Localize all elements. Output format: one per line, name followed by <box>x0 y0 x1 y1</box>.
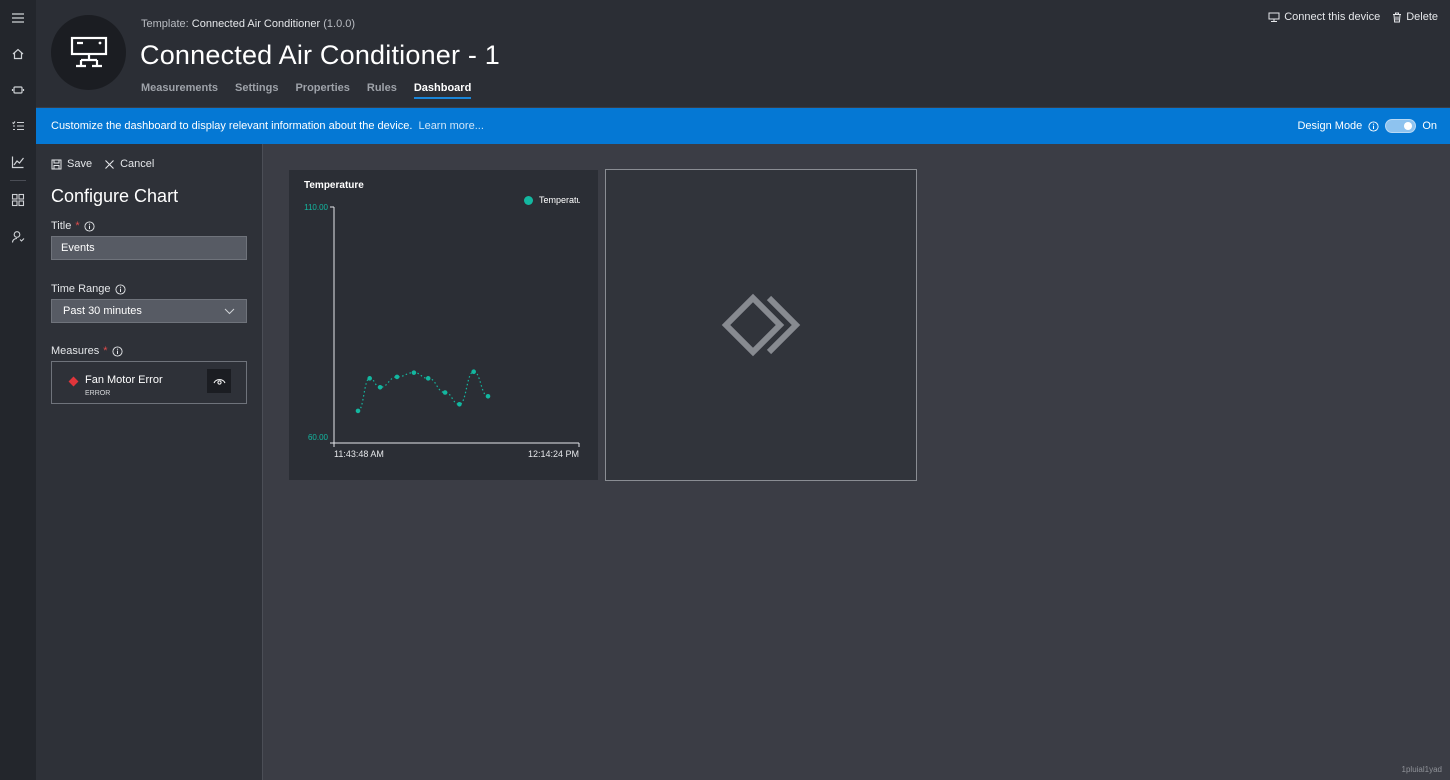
legend-label: Temperature <box>539 195 580 205</box>
monitor-icon <box>1268 12 1280 22</box>
data-point-8 <box>471 369 476 375</box>
data-point-7 <box>457 401 462 407</box>
hamburger-icon[interactable] <box>8 8 28 28</box>
banner-text: Customize the dashboard to display relev… <box>51 120 413 132</box>
empty-tile-placeholder[interactable] <box>605 169 917 481</box>
data-point-4 <box>411 370 417 375</box>
learn-more-link[interactable]: Learn more... <box>418 120 483 132</box>
panel-actions: Save Cancel <box>51 158 154 170</box>
chevron-down-icon <box>224 308 235 314</box>
legend-marker <box>524 195 533 205</box>
user-admin-icon[interactable] <box>8 227 28 247</box>
chart-legend[interactable]: Temperature <box>524 195 580 205</box>
template-name[interactable]: Connected Air Conditioner <box>192 18 320 30</box>
air-conditioner-icon <box>70 36 107 67</box>
connect-device-label: Connect this device <box>1284 11 1381 23</box>
device-avatar <box>51 15 126 90</box>
data-point-5 <box>425 376 431 381</box>
device-icon[interactable] <box>8 80 28 100</box>
nav-rail <box>0 0 36 780</box>
tab-measurements[interactable]: Measurements <box>141 82 218 99</box>
title-label: Title <box>51 220 72 232</box>
title-input[interactable] <box>51 236 247 260</box>
required-marker: * <box>75 220 80 232</box>
tab-properties[interactable]: Properties <box>295 82 349 99</box>
save-label: Save <box>67 158 93 170</box>
device-tabs: Measurements Settings Properties Rules D… <box>141 82 488 99</box>
time-range-label-row: Time Range <box>51 283 126 295</box>
close-icon <box>105 159 114 169</box>
data-point-2 <box>377 385 383 390</box>
design-mode-label: Design Mode <box>1297 120 1363 132</box>
eye-icon <box>213 378 225 385</box>
title-label-row: Title * <box>51 220 95 232</box>
save-icon <box>51 159 62 169</box>
rail-separator <box>10 180 26 181</box>
analytics-icon[interactable] <box>8 152 28 172</box>
visibility-toggle-button[interactable] <box>207 369 231 393</box>
event-diamond-icon <box>68 376 79 387</box>
line-chart: 110.00 60.00 11:43:48 AM 12:14:24 PM <box>304 203 580 459</box>
x-tick-label-start: 11:43:48 AM <box>334 449 384 459</box>
data-point-1 <box>367 376 372 381</box>
configure-chart-panel: Save Cancel Configure Chart Title* Time … <box>36 144 263 780</box>
time-range-select[interactable]: Past 30 minutes <box>51 299 247 323</box>
info-icon[interactable] <box>1368 120 1379 132</box>
design-mode-toggle[interactable] <box>1385 119 1417 133</box>
device-header: Template: Connected Air Conditioner (1.0… <box>36 0 1450 107</box>
trash-icon <box>1393 12 1402 22</box>
tab-rules[interactable]: Rules <box>367 82 397 99</box>
series-line-temperature <box>357 371 489 412</box>
y-tick-label-max: 110.00 <box>304 203 328 212</box>
dashboard-grid-icon[interactable] <box>8 190 28 210</box>
data-point-6 <box>442 390 448 395</box>
measure-item[interactable]: Fan Motor Error ERROR <box>51 361 247 404</box>
template-label: Template: <box>141 18 189 30</box>
measure-type: ERROR <box>85 390 111 397</box>
delete-label: Delete <box>1406 11 1438 23</box>
design-banner: Customize the dashboard to display relev… <box>36 108 1450 144</box>
tab-settings[interactable]: Settings <box>235 82 278 99</box>
panel-heading: Configure Chart <box>51 186 179 206</box>
design-mode: Design Mode On <box>1297 119 1437 133</box>
x-tick-label-end: 12:14:24 PM <box>528 449 579 459</box>
page-title: Connected Air Conditioner - 1 <box>140 40 501 70</box>
home-icon[interactable] <box>8 44 28 64</box>
required-marker: * <box>103 345 108 357</box>
time-range-value: Past 30 minutes <box>63 305 142 317</box>
data-point-3 <box>394 374 400 380</box>
footer-tag: 1pluial1yad <box>1401 765 1442 774</box>
connect-device-button[interactable]: Connect this device <box>1268 11 1380 23</box>
tab-dashboard[interactable]: Dashboard <box>413 82 472 99</box>
placeholder-logo-icon <box>721 293 801 357</box>
info-icon[interactable] <box>84 220 95 232</box>
measures-label-row: Measures * <box>51 345 123 357</box>
data-point-0 <box>355 408 361 414</box>
y-tick-label-min: 60.00 <box>308 433 329 442</box>
measures-label: Measures <box>51 345 100 357</box>
template-info: Template: Connected Air Conditioner (1.0… <box>141 18 355 30</box>
measure-name: Fan Motor Error <box>85 374 163 386</box>
temperature-chart-tile[interactable]: 110.00 60.00 11:43:48 AM 12:14:24 PM Temper… <box>289 170 598 480</box>
data-point-9 <box>485 393 491 399</box>
time-range-label: Time Range <box>51 283 111 295</box>
template-version: (1.0.0) <box>323 18 356 30</box>
banner-message: Customize the dashboard to display relev… <box>51 120 484 132</box>
toggle-knob <box>1404 122 1413 130</box>
design-mode-state: On <box>1422 120 1437 132</box>
delete-button[interactable]: Delete <box>1392 11 1438 23</box>
info-icon[interactable] <box>112 345 123 357</box>
cancel-button[interactable]: Cancel <box>104 158 154 170</box>
rules-list-icon[interactable] <box>8 116 28 136</box>
chart-title: Temperature <box>304 180 364 191</box>
save-button[interactable]: Save <box>51 158 92 170</box>
header-actions: Connect this device Delete <box>1268 11 1438 23</box>
cancel-label: Cancel <box>120 158 155 170</box>
info-icon[interactable] <box>114 283 126 295</box>
